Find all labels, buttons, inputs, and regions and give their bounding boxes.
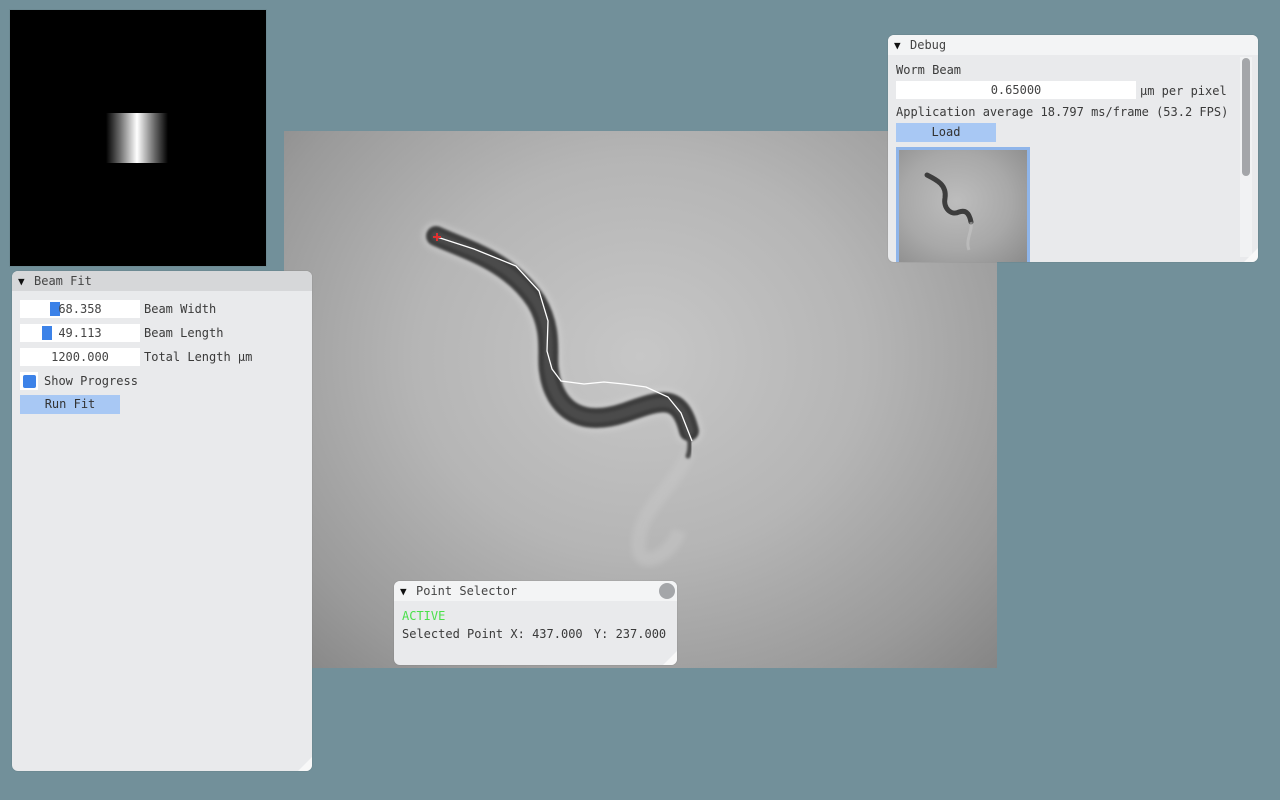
collapse-triangle-icon[interactable]: ▼ <box>894 36 906 56</box>
beam-fit-title: Beam Fit <box>34 274 92 288</box>
beam-width-label: Beam Width <box>144 302 217 316</box>
y-label: Y: <box>593 627 609 641</box>
point-selector-window[interactable]: ▼ Point Selector ACTIVE Selected Point X:… <box>394 581 677 665</box>
resize-grip[interactable] <box>663 651 677 665</box>
status-text: ACTIVE <box>402 609 446 623</box>
run-fit-button[interactable]: Run Fit <box>20 395 120 414</box>
debug-window[interactable]: ▼ Debug Worm Beam 0.65000 µm per pixel Ap… <box>888 35 1258 262</box>
beam-fit-window[interactable]: ▼ Beam Fit 68.358 Beam Width 49.113 Beam … <box>12 271 312 771</box>
scale-unit-label: µm per pixel <box>1140 84 1227 98</box>
total-length-label: Total Length µm <box>144 350 253 364</box>
show-progress-checkbox[interactable] <box>20 372 38 390</box>
beam-fit-titlebar[interactable]: ▼ Beam Fit <box>12 271 312 291</box>
debug-title: Debug <box>910 38 947 52</box>
beam-length-slider-grab[interactable] <box>42 326 52 340</box>
show-progress-label: Show Progress <box>44 374 138 388</box>
collapse-triangle-icon[interactable]: ▼ <box>400 582 412 602</box>
beam-gradient <box>106 113 168 163</box>
checkbox-checkmark <box>23 375 36 388</box>
point-selector-title: Point Selector <box>416 584 518 598</box>
debug-scrollbar[interactable] <box>1240 57 1252 257</box>
worm-thumbnail[interactable] <box>896 147 1030 262</box>
close-icon[interactable] <box>659 583 675 599</box>
point-selector-titlebar[interactable]: ▼ Point Selector <box>394 581 677 601</box>
worm-thumbnail-image <box>924 172 974 251</box>
worm-beam-section-label: Worm Beam <box>896 63 962 77</box>
scale-input[interactable]: 0.65000 <box>896 81 1136 99</box>
resize-grip[interactable] <box>1244 248 1258 262</box>
worm-trail <box>631 448 696 567</box>
total-length-input[interactable]: 1200.000 <box>20 348 140 366</box>
performance-text: Application average 18.797 ms/frame (53.… <box>896 105 1229 119</box>
selected-point-readout: Selected Point X: 437.000 Y: 237.000 <box>402 627 666 641</box>
beam-width-value: 68.358 <box>58 302 102 316</box>
collapse-triangle-icon[interactable]: ▼ <box>18 272 30 292</box>
beam-length-slider[interactable]: 49.113 <box>20 324 140 342</box>
y-value: 237.000 <box>615 627 667 641</box>
debug-titlebar[interactable]: ▼ Debug <box>888 35 1258 55</box>
x-value: 437.000 <box>532 627 583 641</box>
thumbnail-worm-trail <box>966 221 973 251</box>
beam-length-label: Beam Length <box>144 326 224 340</box>
debug-scrollbar-thumb[interactable] <box>1242 58 1250 176</box>
beam-width-slider[interactable]: 68.358 <box>20 300 140 318</box>
load-button[interactable]: Load <box>896 123 996 142</box>
beam-preview-canvas <box>10 10 266 266</box>
thumbnail-worm-body <box>924 172 974 225</box>
x-label: X: <box>510 627 525 641</box>
resize-grip[interactable] <box>298 757 312 771</box>
beam-length-value: 49.113 <box>58 326 102 340</box>
selected-point-label: Selected Point <box>402 627 504 641</box>
